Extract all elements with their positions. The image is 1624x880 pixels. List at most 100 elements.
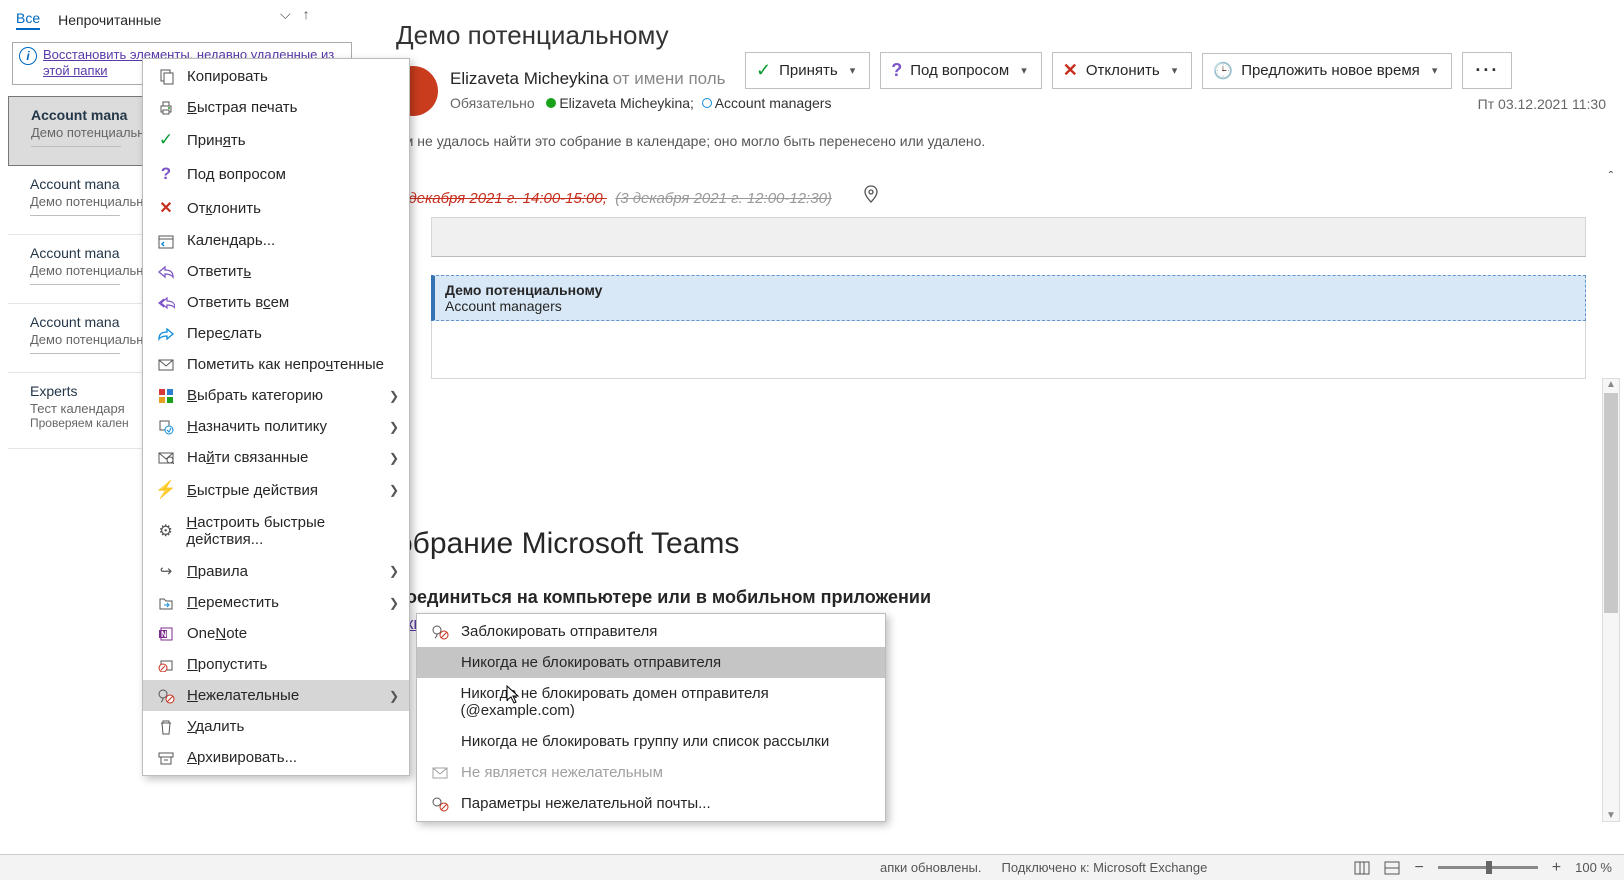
teams-subheading: соединиться на компьютере или в мобильно… bbox=[396, 587, 1616, 608]
x-icon: ✕ bbox=[1063, 60, 1078, 81]
ctx-label: Назначить политику bbox=[187, 418, 327, 435]
subctx-label: Заблокировать отправителя bbox=[461, 623, 657, 640]
ctx-replyall[interactable]: Ответить всем bbox=[143, 287, 409, 318]
chevron-down-icon: ▾ bbox=[850, 64, 856, 77]
ctx-rules[interactable]: ↪ Правила ❯ bbox=[143, 555, 409, 587]
rules-icon: ↪ bbox=[157, 562, 175, 580]
scrollbar[interactable]: ▲▼ bbox=[1602, 378, 1620, 822]
check-icon: ✓ bbox=[157, 130, 175, 150]
subctx-item: Не является нежелательным bbox=[417, 757, 885, 788]
message-item[interactable]: Account mana Демо потенциально bbox=[8, 96, 148, 166]
zoom-plus-icon[interactable]: + bbox=[1552, 859, 1561, 877]
collapse-up-icon[interactable]: ˆ bbox=[1602, 168, 1620, 184]
ctx-ques[interactable]: ? Под вопросом bbox=[143, 157, 409, 191]
ctx-copy[interactable]: Копировать bbox=[143, 61, 409, 92]
message-item[interactable]: Experts Тест календаря Проверяем кален bbox=[8, 373, 148, 449]
filter-all[interactable]: Все bbox=[16, 10, 40, 30]
ctx-archive[interactable]: Архивировать... bbox=[143, 742, 409, 773]
ctx-x[interactable]: ✕ Отклонить bbox=[143, 191, 409, 225]
propose-time-button[interactable]: 🕒Предложить новое время▾ bbox=[1202, 53, 1452, 89]
ctx-label: Ответить всем bbox=[187, 294, 289, 311]
ctx-bolt[interactable]: ⚡ Быстрые действия ❯ bbox=[143, 473, 409, 507]
ctx-junk[interactable]: Нежелательные ❯ bbox=[143, 680, 409, 711]
zoom-minus-icon[interactable]: − bbox=[1414, 859, 1423, 877]
ctx-move[interactable]: Переместить ❯ bbox=[143, 587, 409, 618]
meeting-time-new: 3 декабря 2021 г. 14:00-15:00, bbox=[396, 190, 607, 207]
policy-icon bbox=[157, 419, 175, 435]
ctx-label: Быстрые действия bbox=[187, 482, 318, 499]
block-icon bbox=[431, 624, 449, 640]
ctx-label: Отклонить bbox=[187, 200, 261, 217]
subctx-item[interactable]: Никогда не блокировать домен отправителя… bbox=[417, 678, 885, 726]
chevron-down-icon[interactable]: ⌵ bbox=[280, 6, 291, 23]
subctx-item[interactable]: Заблокировать отправителя bbox=[417, 616, 885, 647]
ctx-label: Под вопросом bbox=[187, 166, 286, 183]
accept-button[interactable]: ✓Принять▾ bbox=[745, 52, 870, 89]
subctx-item[interactable]: Никогда не блокировать отправителя bbox=[417, 647, 885, 678]
print-icon bbox=[157, 100, 175, 116]
message-subject: Демо потенциально bbox=[30, 332, 140, 347]
bolt-icon: ⚡ bbox=[157, 480, 175, 500]
message-preview: Проверяем кален bbox=[30, 416, 140, 430]
subctx-item[interactable]: Параметры нежелательной почты... bbox=[417, 788, 885, 819]
chevron-right-icon: ❯ bbox=[389, 564, 399, 578]
scrollbar-thumb[interactable] bbox=[1604, 393, 1618, 613]
ctx-fwd[interactable]: Переслать bbox=[143, 318, 409, 349]
ctx-find[interactable]: Найти связанные ❯ bbox=[143, 442, 409, 473]
ctx-label: Ответить bbox=[187, 263, 251, 280]
chevron-right-icon: ❯ bbox=[389, 420, 399, 434]
message-subject: Тест календаря bbox=[30, 401, 140, 416]
message-subject: Демо потенциально bbox=[30, 194, 140, 209]
onenote-icon: N bbox=[157, 626, 175, 642]
event-title: Демо потенциальному bbox=[445, 282, 1575, 298]
ctx-cat[interactable]: Выбрать категорию ❯ bbox=[143, 380, 409, 411]
ctx-print[interactable]: Быстрая печать bbox=[143, 92, 409, 123]
ctx-label: Удалить bbox=[187, 718, 244, 735]
teams-heading: обрание Microsoft Teams bbox=[396, 527, 1616, 561]
ctx-check[interactable]: ✓ Принять bbox=[143, 123, 409, 157]
ctx-gear[interactable]: ⚙ Настроить быстрые действия... bbox=[143, 507, 409, 555]
arrow-up-icon[interactable]: ↑ bbox=[303, 6, 310, 23]
ctx-del[interactable]: Удалить bbox=[143, 711, 409, 742]
context-menu[interactable]: Копировать Быстрая печать ✓ Принять ? По… bbox=[142, 58, 410, 776]
ctx-label: Пометить как непрочтенные bbox=[187, 356, 384, 373]
filter-unread[interactable]: Непрочитанные bbox=[58, 12, 161, 28]
mail-icon bbox=[157, 359, 175, 371]
message-item[interactable]: Account mana Демо потенциально bbox=[8, 166, 148, 235]
view-reading-icon[interactable] bbox=[1384, 861, 1400, 875]
more-actions-button[interactable]: ··· bbox=[1462, 52, 1512, 89]
view-normal-icon[interactable] bbox=[1354, 861, 1370, 875]
chevron-right-icon: ❯ bbox=[389, 689, 399, 703]
decline-button[interactable]: ✕Отклонить▾ bbox=[1052, 52, 1193, 89]
message-item[interactable]: Account mana Демо потенциально bbox=[8, 304, 148, 373]
cat-icon bbox=[157, 388, 175, 404]
ctx-label: Правила bbox=[187, 563, 248, 580]
ctx-cal[interactable]: Календарь... bbox=[143, 225, 409, 256]
calendar-event-block[interactable]: Демо потенциальному Account managers bbox=[431, 275, 1586, 321]
chevron-right-icon: ❯ bbox=[389, 596, 399, 610]
chevron-down-icon: ▾ bbox=[1432, 64, 1438, 77]
message-title: Account mana bbox=[30, 245, 140, 261]
ctx-reply[interactable]: Ответить bbox=[143, 256, 409, 287]
cal-icon bbox=[157, 233, 175, 249]
junk-icon bbox=[157, 688, 175, 704]
message-title: Experts bbox=[30, 383, 140, 399]
tentative-button[interactable]: ?Под вопросом▾ bbox=[880, 52, 1042, 89]
ctx-onenote[interactable]: N OneNote bbox=[143, 618, 409, 649]
ctx-mail[interactable]: Пометить как непрочтенные bbox=[143, 349, 409, 380]
meeting-title: Демо потенциальному bbox=[396, 20, 1616, 51]
status-folders-updated: апки обновлены. bbox=[880, 860, 981, 875]
subctx-item[interactable]: Никогда не блокировать группу или список… bbox=[417, 726, 885, 757]
junk-submenu[interactable]: Заблокировать отправителя Никогда не бло… bbox=[416, 613, 886, 822]
ctx-label: Выбрать категорию bbox=[187, 387, 323, 404]
gear-icon: ⚙ bbox=[157, 521, 174, 541]
message-item[interactable]: Account mana Демо потенциально bbox=[8, 235, 148, 304]
ques-icon: ? bbox=[157, 164, 175, 184]
ctx-label: Настроить быстрые действия... bbox=[186, 514, 399, 548]
ctx-policy[interactable]: Назначить политику ❯ bbox=[143, 411, 409, 442]
subctx-label: Никогда не блокировать домен отправителя… bbox=[460, 685, 875, 719]
junkopt-icon bbox=[431, 796, 449, 812]
zoom-slider[interactable] bbox=[1438, 866, 1538, 869]
ctx-skip[interactable]: Пропустить bbox=[143, 649, 409, 680]
meeting-not-found-text: ам не удалось найти это собрание в кален… bbox=[396, 133, 1616, 149]
